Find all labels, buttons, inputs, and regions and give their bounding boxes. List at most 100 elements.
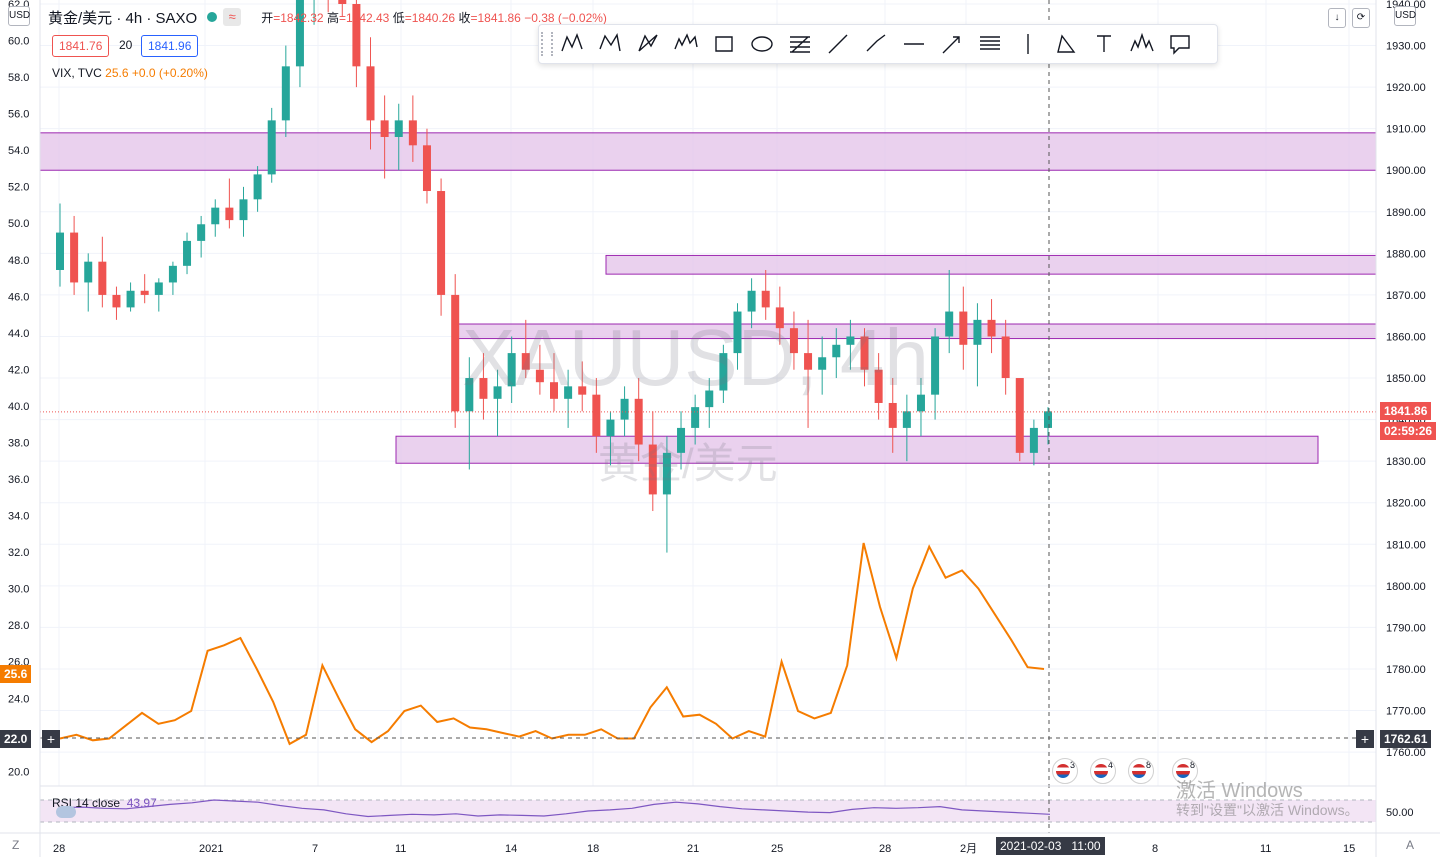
abcd-pattern-tool-button[interactable]: [629, 26, 667, 62]
candle-body: [211, 207, 220, 225]
economic-event-4[interactable]: 8: [1172, 758, 1198, 784]
right-axis-tick-label: 1770.00: [1386, 706, 1426, 718]
triangle-tool-button[interactable]: [1047, 26, 1085, 62]
time-axis-tick-label: 28: [53, 843, 65, 855]
add-alert-button-right[interactable]: +: [1356, 730, 1374, 748]
zoom-reset-button[interactable]: Z: [12, 838, 19, 852]
arrow-tool-button[interactable]: [933, 26, 971, 62]
candle-body: [719, 353, 728, 391]
add-alert-button-left[interactable]: +: [42, 730, 60, 748]
candle-body: [945, 311, 954, 337]
candle-body: [1001, 336, 1010, 379]
candle-body: [507, 353, 516, 387]
time-axis-tick-label: 2021: [199, 843, 223, 855]
left-axis-tick-label: 48.0: [8, 255, 29, 267]
right-axis-tick-label: 1880.00: [1386, 248, 1426, 260]
candle-body: [437, 191, 446, 295]
xabcd-pattern-icon: [561, 33, 583, 52]
xabcd-pattern-tool-button[interactable]: [553, 26, 591, 62]
ray-tool-button[interactable]: [857, 26, 895, 62]
trend-line-tool-button[interactable]: [819, 26, 857, 62]
zone-rect: [395, 435, 1319, 464]
candle-body: [691, 407, 700, 428]
symbol-title[interactable]: 黄金/美元 · 4h · SAXO: [48, 7, 197, 28]
vix-line-series: [59, 542, 1045, 746]
time-axis-tick-label: 21: [687, 843, 699, 855]
support-resistance-zones: [39, 132, 1377, 464]
time-axis-tick-label: 15: [1343, 843, 1355, 855]
elliott-wave-tool-button[interactable]: [667, 26, 705, 62]
left-axis-tick-label: 60.0: [8, 36, 29, 48]
time-axis-tick-label: 11: [395, 843, 406, 855]
left-axis-tick-label: 34.0: [8, 511, 29, 523]
candle-body: [535, 369, 544, 383]
candle-body: [648, 444, 657, 495]
market-status-icon: [207, 12, 218, 22]
head-shoulders-icon: [1130, 32, 1154, 52]
candle-body: [70, 232, 79, 283]
us-flag-icon: [1176, 764, 1190, 778]
vix-value: 25.6: [105, 66, 129, 80]
cypher-pattern-icon: [599, 33, 621, 52]
ellipse-icon-shape: [751, 36, 773, 52]
ellipse-tool-button[interactable]: [743, 26, 781, 62]
right-axis-tick-label: 1890.00: [1386, 207, 1426, 219]
candle-body: [267, 120, 276, 175]
parallel-channel-tool-button[interactable]: [971, 26, 1009, 62]
candle-body: [832, 344, 841, 358]
xabcd-pattern-icon-shape: [561, 33, 583, 52]
countdown-tag: 02:59:26: [1380, 422, 1437, 440]
right-axis-currency: USD: [1394, 6, 1416, 26]
candle-body: [281, 66, 290, 121]
candle-body: [804, 353, 813, 370]
right-axis-tick-label: 1780.00: [1386, 664, 1426, 676]
time-axis-tick-label: 14: [505, 843, 517, 855]
auto-scale-button[interactable]: A: [1406, 838, 1414, 852]
ask-price[interactable]: 1841.96: [141, 35, 199, 57]
candle-body: [606, 419, 615, 437]
vix-line: [59, 542, 1045, 746]
cypher-pattern-tool-button[interactable]: [591, 26, 629, 62]
refresh-icon[interactable]: ⟳: [1352, 8, 1370, 28]
head-shoulders-tool-button[interactable]: [1123, 26, 1161, 62]
toolbar-drag-handle[interactable]: [541, 32, 553, 56]
economic-event-2[interactable]: 4: [1090, 758, 1116, 784]
triangle-icon-shape: [1057, 34, 1076, 53]
wave-icon[interactable]: ≈: [223, 8, 242, 26]
right-axis-tick-label: 1930.00: [1386, 41, 1426, 53]
text-icon-shape: [1097, 35, 1111, 52]
candle-body: [1044, 411, 1052, 428]
bid-price[interactable]: 1841.76: [52, 35, 110, 57]
candle-body: [902, 411, 911, 428]
horizontal-line-tool-button[interactable]: [895, 26, 933, 62]
callout-tool-button[interactable]: [1161, 26, 1199, 62]
right-axis-tick-label: 1790.00: [1386, 622, 1426, 634]
candle-body: [253, 174, 262, 200]
economic-event-3[interactable]: 8: [1128, 758, 1154, 784]
vix-legend: VIX, TVC 25.6 +0.0 (+0.20%): [52, 66, 208, 80]
time-axis-tick-label: 18: [587, 843, 599, 855]
candle-body: [662, 452, 671, 495]
time-axis-tick-label: 7: [312, 843, 318, 855]
callout-icon-shape: [1170, 35, 1190, 55]
rectangle-icon-shape: [715, 36, 733, 52]
candle-body: [987, 319, 996, 337]
left-axis-tick-label: 54.0: [8, 145, 29, 157]
price-chart[interactable]: 1940.001930.001920.001910.001900.001890.…: [0, 0, 1440, 857]
us-flag-icon: [1132, 764, 1146, 778]
rectangle-tool-button[interactable]: [705, 26, 743, 62]
left-axis-tick-label: 28.0: [8, 620, 29, 632]
scroll-down-icon[interactable]: ↓: [1328, 8, 1346, 28]
candle-body: [860, 336, 869, 370]
left-axis-tick-label: 50.0: [8, 218, 29, 230]
text-tool-button[interactable]: [1085, 26, 1123, 62]
rectangle-icon: [715, 36, 733, 52]
vix-crosshair-tag: 22.0: [0, 730, 32, 748]
ray-icon-shape: [866, 34, 886, 52]
candle-body: [154, 282, 163, 295]
zone-rect: [39, 132, 1377, 171]
vertical-line-tool-button[interactable]: [1009, 26, 1047, 62]
economic-event-1[interactable]: 3: [1052, 758, 1078, 784]
fib-retracement-tool-button[interactable]: [781, 26, 819, 62]
horizontal-line-icon: [904, 43, 924, 45]
